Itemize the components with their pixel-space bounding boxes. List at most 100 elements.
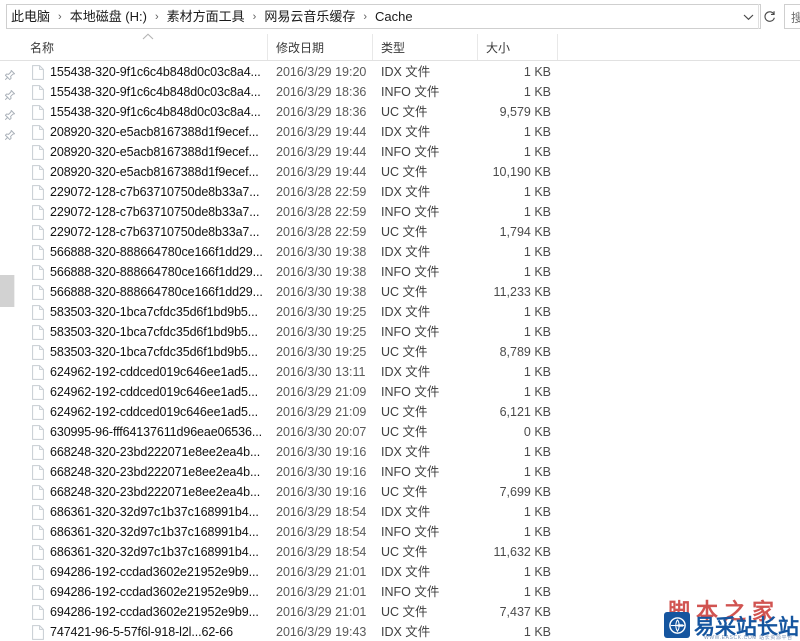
cell-date: 2016/3/30 19:25	[276, 345, 367, 359]
table-row[interactable]: 694286-192-ccdad3602e21952e9b9... 2016/3/…	[0, 602, 800, 622]
cell-size: 1 KB	[523, 565, 551, 579]
table-row[interactable]: 686361-320-32d97c1b37c168991b4... 2016/3/…	[0, 542, 800, 562]
cell-type: INFO 文件	[381, 585, 440, 599]
cell-name: 624962-192-cddced019c646ee1ad5...	[50, 385, 258, 399]
cell-size: 1 KB	[523, 205, 551, 219]
cell-type: INFO 文件	[381, 205, 440, 219]
cell-type: IDX 文件	[381, 445, 431, 459]
cell-size: 1,794 KB	[499, 225, 551, 239]
table-row[interactable]: 155438-320-9f1c6c4b848d0c03c8a4... 2016/3…	[0, 102, 800, 122]
table-row[interactable]: 630995-96-fff64137611d96eae06536... 2016/…	[0, 422, 800, 442]
cell-size: 9,579 KB	[499, 105, 551, 119]
search-input[interactable]: 搜	[784, 4, 800, 29]
table-row[interactable]: 686361-320-32d97c1b37c168991b4... 2016/3/…	[0, 502, 800, 522]
breadcrumb-item-local-disk[interactable]: 本地磁盘 (H:)	[67, 8, 150, 26]
table-row[interactable]: 229072-128-c7b63710750de8b33a7... 2016/3/…	[0, 222, 800, 242]
file-icon	[32, 282, 46, 302]
column-header-size[interactable]: 大小	[478, 34, 558, 60]
address-bar: 此电脑 › 本地磁盘 (H:) › 素材方面工具 › 网易云音乐缓存 › Cac…	[0, 0, 800, 35]
table-row[interactable]: 566888-320-888664780ce166f1dd29... 2016/3…	[0, 262, 800, 282]
breadcrumb-item-netease-cache[interactable]: 网易云音乐缓存	[261, 8, 358, 26]
cell-size: 1 KB	[523, 65, 551, 79]
cell-name: 668248-320-23bd222071e8ee2ea4b...	[50, 485, 261, 499]
table-row[interactable]: 208920-320-e5acb8167388d1f9ecef... 2016/3…	[0, 142, 800, 162]
table-row[interactable]: 694286-192-ccdad3602e21952e9b9... 2016/3/…	[0, 562, 800, 582]
file-icon	[32, 302, 46, 322]
cell-date: 2016/3/29 19:43	[276, 625, 367, 639]
cell-name: 566888-320-888664780ce166f1dd29...	[50, 265, 262, 279]
cell-size: 7,699 KB	[499, 485, 551, 499]
table-row[interactable]: 694286-192-ccdad3602e21952e9b9... 2016/3/…	[0, 582, 800, 602]
table-row[interactable]: 155438-320-9f1c6c4b848d0c03c8a4... 2016/3…	[0, 82, 800, 102]
cell-type: IDX 文件	[381, 565, 431, 579]
cell-name: 155438-320-9f1c6c4b848d0c03c8a4...	[50, 65, 261, 79]
cell-type: UC 文件	[381, 605, 428, 619]
column-header-date-modified[interactable]: 修改日期	[268, 34, 373, 60]
cell-type: UC 文件	[381, 405, 428, 419]
table-row[interactable]: 229072-128-c7b63710750de8b33a7... 2016/3/…	[0, 182, 800, 202]
cell-name: 686361-320-32d97c1b37c168991b4...	[50, 525, 259, 539]
chevron-down-icon[interactable]	[738, 4, 758, 29]
table-row[interactable]: 668248-320-23bd222071e8ee2ea4b... 2016/3/…	[0, 442, 800, 462]
cell-type: IDX 文件	[381, 185, 431, 199]
refresh-icon[interactable]	[758, 4, 780, 29]
cell-date: 2016/3/29 19:44	[276, 125, 367, 139]
cell-type: INFO 文件	[381, 525, 440, 539]
cell-date: 2016/3/28 22:59	[276, 205, 367, 219]
cell-size: 11,233 KB	[493, 285, 551, 299]
cell-name: 747421-96-5-57f6l-918-l2l...62-66	[50, 625, 233, 639]
cell-size: 1 KB	[523, 245, 551, 259]
file-icon	[32, 142, 46, 162]
file-icon	[32, 182, 46, 202]
table-row[interactable]: 624962-192-cddced019c646ee1ad5... 2016/3/…	[0, 382, 800, 402]
cell-size: 1 KB	[523, 325, 551, 339]
table-row[interactable]: 668248-320-23bd222071e8ee2ea4b... 2016/3/…	[0, 482, 800, 502]
breadcrumb-separator: ›	[58, 10, 62, 23]
cell-name: 686361-320-32d97c1b37c168991b4...	[50, 545, 259, 559]
file-icon	[32, 362, 46, 382]
file-icon	[32, 222, 46, 242]
table-row[interactable]: 686361-320-32d97c1b37c168991b4... 2016/3/…	[0, 522, 800, 542]
table-row[interactable]: 583503-320-1bca7cfdc35d6f1bd9b5... 2016/3…	[0, 322, 800, 342]
cell-type: UC 文件	[381, 285, 428, 299]
file-icon	[32, 482, 46, 502]
table-row[interactable]: 624962-192-cddced019c646ee1ad5... 2016/3/…	[0, 402, 800, 422]
breadcrumb-item-cache[interactable]: Cache	[372, 8, 416, 26]
table-row[interactable]: 566888-320-888664780ce166f1dd29... 2016/3…	[0, 242, 800, 262]
cell-size: 8,789 KB	[499, 345, 551, 359]
cell-size: 1 KB	[523, 385, 551, 399]
table-row[interactable]: 668248-320-23bd222071e8ee2ea4b... 2016/3/…	[0, 462, 800, 482]
cell-size: 1 KB	[523, 585, 551, 599]
table-row[interactable]: 208920-320-e5acb8167388d1f9ecef... 2016/3…	[0, 162, 800, 182]
table-row[interactable]: 155438-320-9f1c6c4b848d0c03c8a4... 2016/3…	[0, 62, 800, 82]
cell-type: INFO 文件	[381, 145, 440, 159]
file-icon	[32, 442, 46, 462]
file-icon	[32, 62, 46, 82]
table-row[interactable]: 208920-320-e5acb8167388d1f9ecef... 2016/3…	[0, 122, 800, 142]
file-icon	[32, 342, 46, 362]
cell-type: INFO 文件	[381, 85, 440, 99]
file-icon	[32, 162, 46, 182]
file-icon	[32, 422, 46, 442]
cell-type: IDX 文件	[381, 365, 431, 379]
cell-date: 2016/3/29 18:36	[276, 105, 367, 119]
cell-name: 208920-320-e5acb8167388d1f9ecef...	[50, 165, 259, 179]
file-icon	[32, 602, 46, 622]
table-row[interactable]: 747421-96-5-57f6l-918-l2l...62-66 2016/3/…	[0, 622, 800, 641]
cell-name: 668248-320-23bd222071e8ee2ea4b...	[50, 445, 261, 459]
column-header-type[interactable]: 类型	[373, 34, 478, 60]
breadcrumb-item-this-pc[interactable]: 此电脑	[8, 8, 53, 26]
cell-name: 624962-192-cddced019c646ee1ad5...	[50, 405, 258, 419]
table-row[interactable]: 229072-128-c7b63710750de8b33a7... 2016/3/…	[0, 202, 800, 222]
file-icon	[32, 262, 46, 282]
cell-size: 6,121 KB	[499, 405, 551, 419]
sort-ascending-caret-icon	[141, 32, 155, 42]
breadcrumb-item-materials[interactable]: 素材方面工具	[164, 8, 248, 26]
table-row[interactable]: 566888-320-888664780ce166f1dd29... 2016/3…	[0, 282, 800, 302]
cell-name: 229072-128-c7b63710750de8b33a7...	[50, 205, 260, 219]
cell-size: 1 KB	[523, 365, 551, 379]
table-row[interactable]: 624962-192-cddced019c646ee1ad5... 2016/3/…	[0, 362, 800, 382]
table-row[interactable]: 583503-320-1bca7cfdc35d6f1bd9b5... 2016/3…	[0, 342, 800, 362]
file-list[interactable]: 155438-320-9f1c6c4b848d0c03c8a4... 2016/3…	[0, 62, 800, 641]
table-row[interactable]: 583503-320-1bca7cfdc35d6f1bd9b5... 2016/3…	[0, 302, 800, 322]
